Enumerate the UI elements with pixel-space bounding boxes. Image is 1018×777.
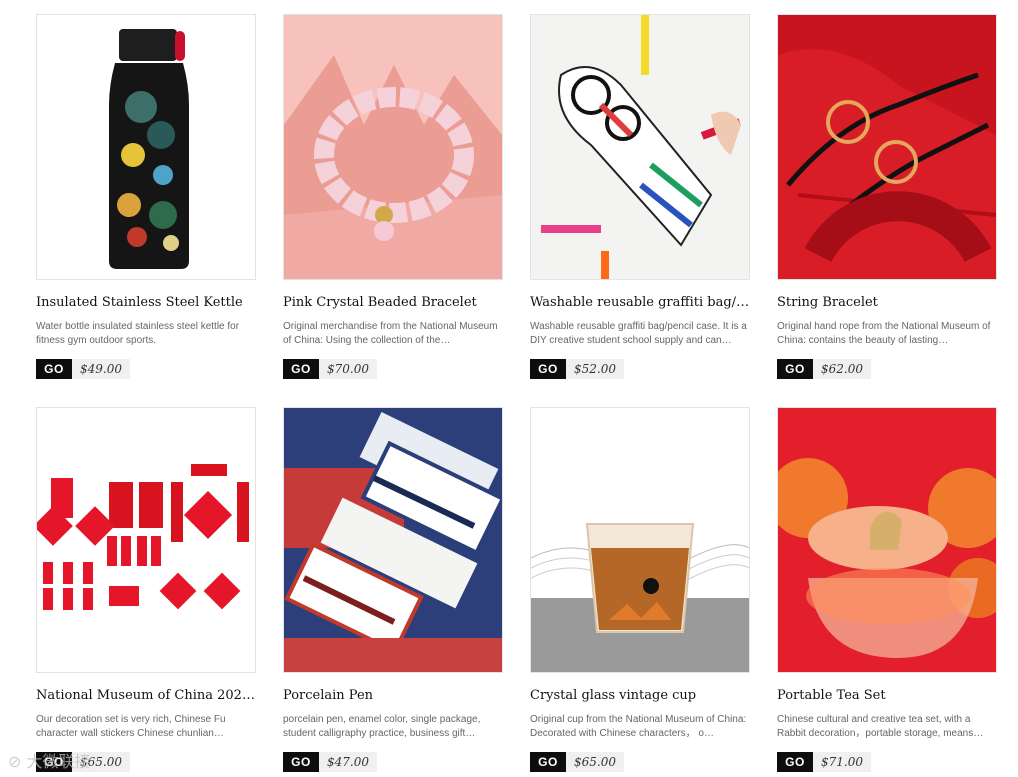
buy-row: GO $62.00 [777,359,871,379]
product-image[interactable] [283,407,503,673]
go-button[interactable]: GO [777,752,813,772]
buy-row: GO $65.00 [36,752,130,772]
product-price: $65.00 [72,752,130,772]
buy-row: GO $47.00 [283,752,377,772]
buy-row: GO $49.00 [36,359,130,379]
go-button[interactable]: GO [283,359,319,379]
product-description: porcelain pen, enamel color, single pack… [283,714,481,739]
pen-image [284,408,502,672]
product-price: $70.00 [319,359,377,379]
decoration-set-image [37,408,255,672]
product-title[interactable]: Portable Tea Set [777,688,999,703]
product-description: Our decoration set is very rich, Chinese… [36,714,226,739]
product-description: Original cup from the National Museum of… [530,714,747,739]
product-title[interactable]: National Museum of China 2023 … [36,688,258,703]
product-image[interactable] [530,407,750,673]
go-button[interactable]: GO [530,752,566,772]
tea-set-image [778,408,996,672]
kettle-image [37,15,255,279]
product-title[interactable]: Insulated Stainless Steel Kettle [36,295,258,310]
product-description: Chinese cultural and creative tea set, w… [777,714,984,739]
buy-row: GO $65.00 [530,752,624,772]
product-image[interactable] [36,407,256,673]
go-button[interactable]: GO [530,359,566,379]
product-title[interactable]: String Bracelet [777,295,999,310]
product-price: $71.00 [813,752,871,772]
product-price: $49.00 [72,359,130,379]
product-title[interactable]: Washable reusable graffiti bag/p… [530,295,752,310]
product-description: Washable reusable graffiti bag/pencil ca… [530,321,747,346]
product-image[interactable] [283,14,503,280]
product-price: $62.00 [813,359,871,379]
product-image[interactable] [777,407,997,673]
buy-row: GO $70.00 [283,359,377,379]
product-description: Original hand rope from the National Mus… [777,321,991,346]
product-price: $65.00 [566,752,624,772]
string-bracelet-image [778,15,996,279]
glass-cup-image [531,408,749,672]
go-button[interactable]: GO [777,359,813,379]
product-price: $52.00 [566,359,624,379]
product-image[interactable] [530,14,750,280]
product-image[interactable] [36,14,256,280]
go-button[interactable]: GO [283,752,319,772]
bracelet-image [284,15,502,279]
go-button[interactable]: GO [36,752,72,772]
buy-row: GO $52.00 [530,359,624,379]
product-description: Water bottle insulated stainless steel k… [36,321,240,346]
product-description: Original merchandise from the National M… [283,321,498,346]
graffiti-bag-image [531,15,749,279]
product-image[interactable] [777,14,997,280]
product-price: $47.00 [319,752,377,772]
product-title[interactable]: Porcelain Pen [283,688,505,703]
go-button[interactable]: GO [36,359,72,379]
product-title[interactable]: Crystal glass vintage cup [530,688,752,703]
buy-row: GO $71.00 [777,752,871,772]
product-title[interactable]: Pink Crystal Beaded Bracelet [283,295,505,310]
